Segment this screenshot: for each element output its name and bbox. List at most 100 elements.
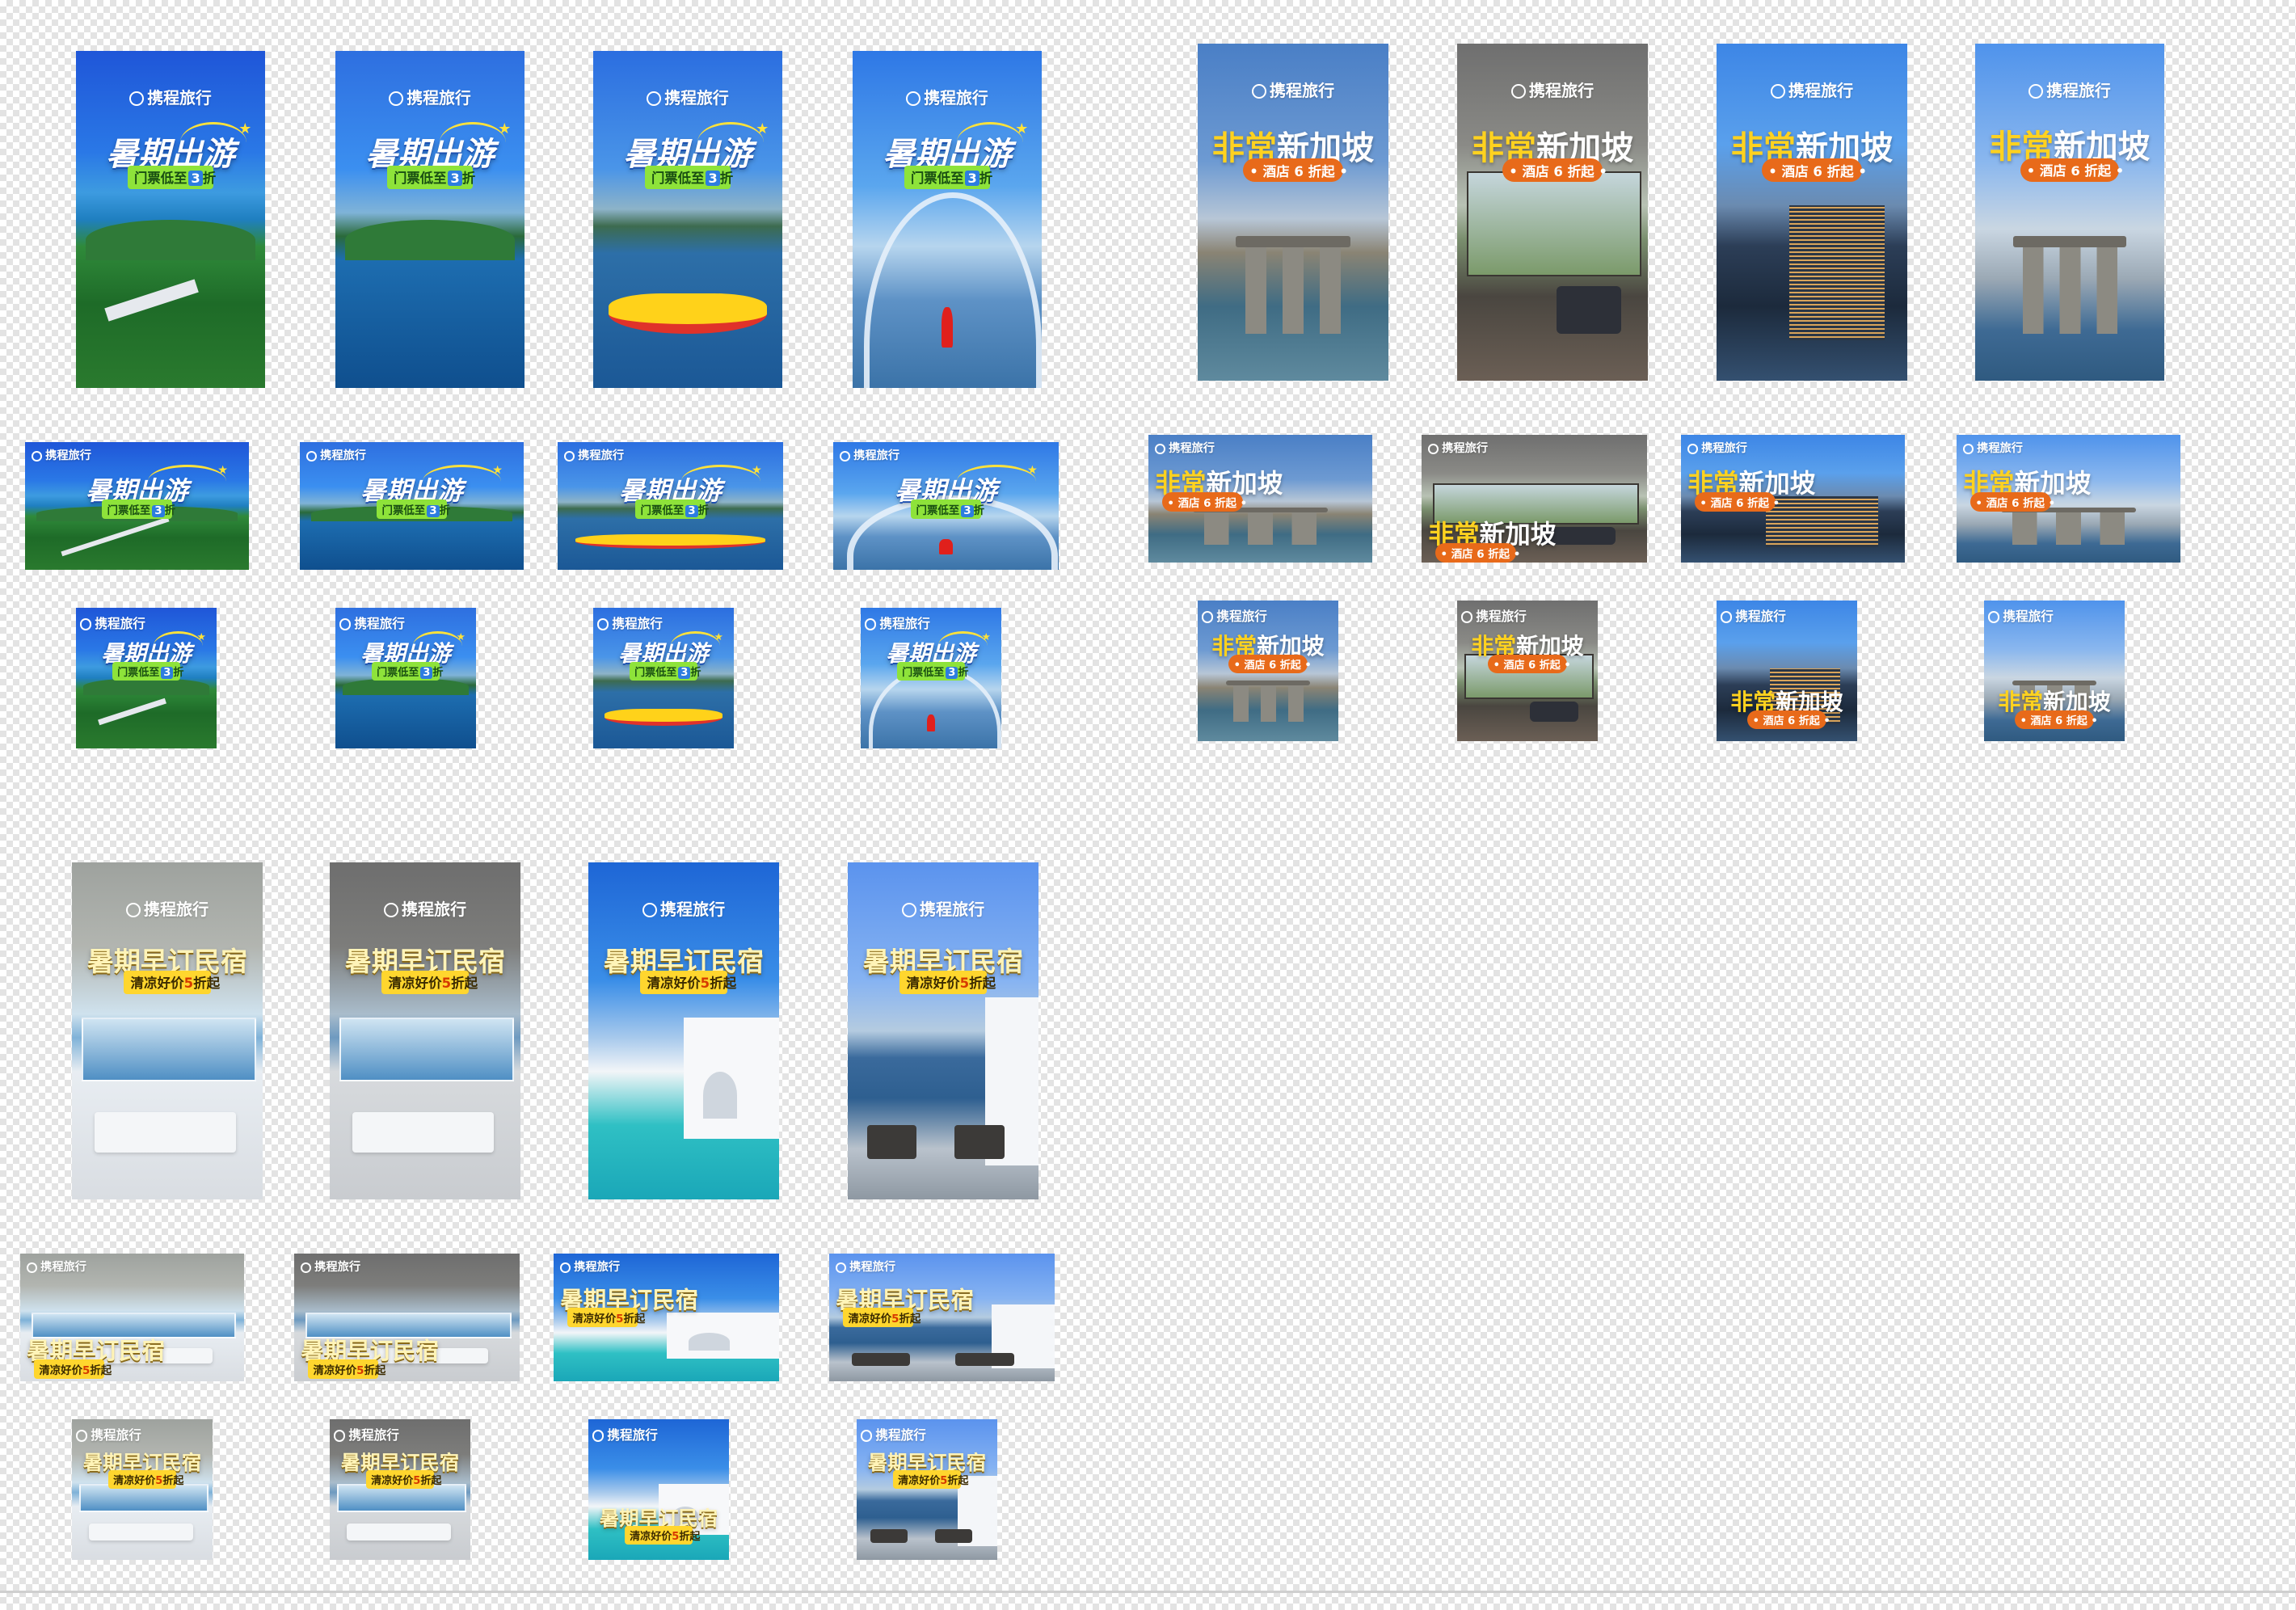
ad-banner-homestay[interactable]: 携程旅行 暑期早订民宿 清凉好价5折起	[330, 1419, 470, 1560]
banana-boat	[575, 533, 765, 549]
ad-banner-singapore[interactable]: 携程旅行 非常新加坡 • 酒店 6 折起 •	[1457, 44, 1648, 381]
ad-banner-homestay[interactable]: 携程旅行 暑期早订民宿 清凉好价5折起	[72, 1419, 213, 1560]
ctrip-logo-icon	[1155, 443, 1166, 454]
brand-name: 携程旅行	[919, 899, 985, 919]
ad-banner-homestay[interactable]: 携程旅行 暑期早订民宿 清凉好价5折起	[330, 862, 520, 1199]
brand-name: 携程旅行	[91, 1427, 141, 1443]
brand-name: 携程旅行	[1169, 442, 1215, 456]
badge-number: 3	[427, 505, 440, 518]
ad-banner-homestay[interactable]: 携程旅行 暑期早订民宿 清凉好价5折起	[588, 862, 779, 1199]
ctrip-logo-icon	[80, 618, 92, 630]
ad-banner-singapore[interactable]: 携程旅行 非常新加坡 • 酒店 6 折起 •	[1457, 601, 1598, 741]
ad-banner-singapore[interactable]: 携程旅行 非常新加坡 • 酒店 6 折起 •	[1717, 44, 1907, 381]
ad-banner-summer-trip[interactable]: 携程旅行 ★ 暑期出游 门票低至 3 折	[833, 442, 1059, 570]
ad-banner-summer-trip[interactable]: 携程旅行 ★ 暑期出游 门票低至 3 折	[76, 51, 265, 388]
ctrip-logo-icon	[32, 450, 43, 462]
badge-text: 门票低至	[651, 171, 705, 187]
badge-text: 清凉好价	[313, 1364, 357, 1377]
badge-unit: 折	[973, 505, 984, 518]
ctrip-brand: 携程旅行	[330, 896, 520, 920]
ctrip-brand: 携程旅行	[334, 1425, 470, 1444]
brand-name: 携程旅行	[320, 449, 366, 463]
ad-banner-homestay[interactable]: 携程旅行 暑期早订民宿 清凉好价5折起	[588, 1419, 729, 1560]
badge-number: 5	[155, 1474, 163, 1487]
ad-banner-singapore[interactable]: 携程旅行 非常新加坡 • 酒店 6 折起 •	[1198, 601, 1338, 741]
ctrip-brand: 携程旅行	[560, 1258, 779, 1275]
ad-banner-singapore[interactable]: 携程旅行 非常新加坡 • 酒店 6 折起 •	[1198, 44, 1388, 381]
ad-banner-singapore[interactable]: 携程旅行 非常新加坡 • 酒店 6 折起 •	[1681, 435, 1905, 563]
discount-badge: 门票低至 3 折	[629, 661, 701, 681]
ad-banner-summer-trip[interactable]: 携程旅行 ★ 暑期出游 门票低至 3 折	[335, 608, 476, 748]
ctrip-brand: 携程旅行	[1717, 78, 1907, 101]
ad-banner-singapore[interactable]: 携程旅行 非常新加坡 • 酒店 6 折起 •	[1422, 435, 1647, 563]
badge-unit: 折起	[364, 1364, 386, 1377]
discount-badge: • 酒店 6 折起 •	[1228, 654, 1312, 673]
ad-banner-summer-trip[interactable]: 携程旅行 ★ 暑期出游 门票低至 3 折	[593, 608, 734, 748]
badge-text: • 酒店 6 折起 •	[2020, 715, 2098, 728]
brand-name: 携程旅行	[924, 88, 988, 107]
ad-banner-homestay[interactable]: 携程旅行 暑期早订民宿 清凉好价5折起	[857, 1419, 997, 1560]
ctrip-logo-icon	[383, 903, 398, 918]
boardwalk-path	[104, 279, 199, 322]
badge-number: 3	[161, 666, 174, 679]
ctrip-brand: 携程旅行	[1155, 440, 1372, 456]
ad-banner-homestay[interactable]: 携程旅行 暑期早订民宿 清凉好价5折起	[554, 1254, 779, 1381]
skypark-roof	[2012, 235, 2127, 248]
ad-banner-homestay[interactable]: 携程旅行 暑期早订民宿 清凉好价5折起	[829, 1254, 1055, 1381]
ad-banner-summer-trip[interactable]: 携程旅行 ★ 暑期出游 门票低至 3 折	[861, 608, 1001, 748]
badge-number: 3	[965, 171, 979, 187]
ad-banner-singapore[interactable]: 携程旅行 非常新加坡 • 酒店 6 折起 •	[1975, 44, 2164, 381]
ctrip-logo-icon	[901, 903, 916, 918]
ctrip-logo-icon	[1963, 443, 1974, 454]
ad-banner-homestay[interactable]: 携程旅行 暑期早订民宿 清凉好价5折起	[20, 1254, 244, 1381]
ad-banner-singapore[interactable]: 携程旅行 非常新加坡 • 酒店 6 折起 •	[1717, 601, 1857, 741]
ad-banner-summer-trip[interactable]: 携程旅行 ★ 暑期出游 门票低至 3 折	[593, 51, 782, 388]
badge-text: 清凉好价	[371, 1474, 414, 1487]
ad-banner-singapore[interactable]: 携程旅行 非常新加坡 • 酒店 6 折起 •	[1148, 435, 1372, 563]
badge-unit: 折	[432, 666, 444, 679]
armchair	[1530, 702, 1578, 722]
discount-badge: 门票低至 3 折	[376, 499, 450, 520]
ctrip-brand: 携程旅行	[592, 1425, 729, 1444]
discount-badge: • 酒店 6 折起 •	[1970, 492, 2056, 512]
ctrip-logo-icon	[1251, 84, 1266, 99]
ctrip-brand: 携程旅行	[597, 613, 734, 632]
ad-banner-singapore[interactable]: 携程旅行 非常新加坡 • 酒店 6 折起 •	[1984, 601, 2125, 741]
discount-badge: • 酒店 6 折起 •	[1694, 492, 1780, 512]
badge-number: 3	[706, 171, 720, 187]
badge-number: 5	[183, 976, 194, 992]
badge-unit: 折起	[623, 1313, 646, 1326]
badge-number: 5	[413, 1474, 421, 1487]
ad-banner-homestay[interactable]: 携程旅行 暑期早订民宿 清凉好价5折起	[72, 862, 263, 1199]
ctrip-brand: 携程旅行	[32, 447, 249, 463]
discount-badge: • 酒店 6 折起 •	[1243, 158, 1348, 182]
ctrip-logo-icon	[27, 1262, 38, 1273]
discount-badge: • 酒店 6 折起 •	[1488, 654, 1571, 673]
discount-badge: 门票低至 3 折	[904, 165, 992, 189]
ad-banner-summer-trip[interactable]: 携程旅行 ★ 暑期出游 门票低至 3 折	[558, 442, 783, 570]
terrace-chair	[851, 1353, 911, 1367]
ctrip-brand: 携程旅行	[593, 85, 782, 108]
ad-banner-summer-trip[interactable]: 携程旅行 ★ 暑期出游 门票低至 3 折	[335, 51, 524, 388]
badge-text: • 酒店 6 折起 •	[2026, 163, 2125, 179]
brand-name: 携程旅行	[879, 615, 930, 631]
ad-banner-summer-trip[interactable]: 携程旅行 ★ 暑期出游 门票低至 3 折	[25, 442, 249, 570]
badge-text: • 酒店 6 折起 •	[1975, 498, 2056, 511]
artboard-canvas: 携程旅行 ★ 暑期出游 门票低至 3 折携程旅行 ★ 暑期出游 门票低至 3 折携程旅行 ★ 暑期出游门…	[0, 0, 2296, 1610]
ad-banner-homestay[interactable]: 携程旅行 暑期早订民宿 清凉好价5折起	[294, 1254, 520, 1381]
ad-banner-singapore[interactable]: 携程旅行 非常新加坡 • 酒店 6 折起 •	[1957, 435, 2180, 563]
badge-number: 5	[82, 1364, 91, 1377]
discount-badge: 清凉好价5折起	[307, 1359, 385, 1379]
brand-name: 携程旅行	[1442, 442, 1489, 456]
badge-text: 清凉好价	[898, 1474, 941, 1487]
ad-banner-homestay[interactable]: 携程旅行 暑期早订民宿 清凉好价5折起	[848, 862, 1038, 1199]
ad-banner-summer-trip[interactable]: 携程旅行 ★ 暑期出游 门票低至 3 折	[300, 442, 524, 570]
ad-banner-summer-trip[interactable]: 携程旅行 ★ 暑期出游 门票低至 3 折	[853, 51, 1042, 388]
marina-bay-sands-towers	[1232, 685, 1304, 722]
panoramic-window	[81, 1017, 257, 1081]
ctrip-brand: 携程旅行	[339, 613, 476, 632]
badge-unit: 折起	[420, 1474, 442, 1487]
boardwalk-path	[60, 516, 169, 557]
ctrip-logo-icon	[306, 450, 318, 462]
ad-banner-summer-trip[interactable]: 携程旅行 ★ 暑期出游 门票低至 3 折	[76, 608, 217, 748]
